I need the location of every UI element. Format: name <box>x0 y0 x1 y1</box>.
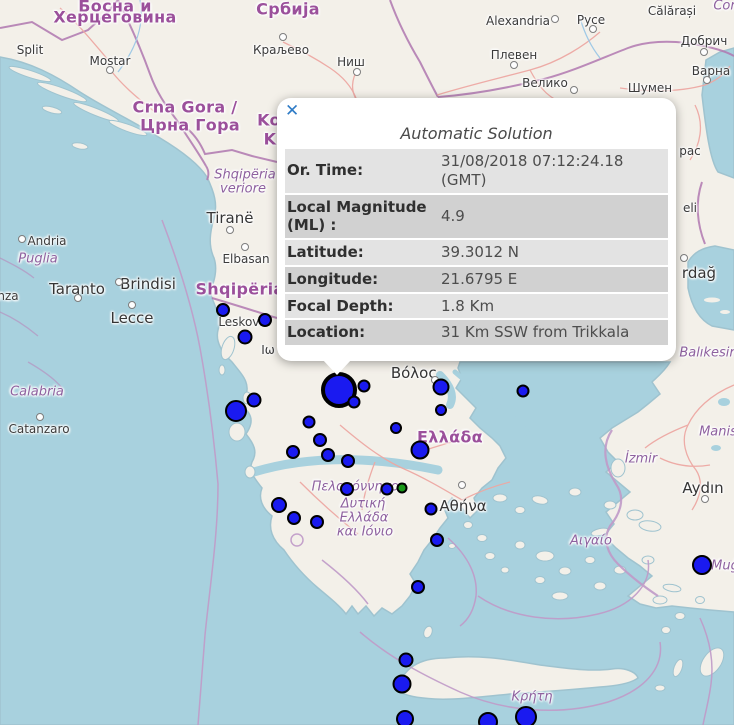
row-value: 31 Km SSW from Trikkala <box>439 320 668 345</box>
table-row: Focal Depth: 1.8 Km <box>285 294 668 319</box>
earthquake-marker[interactable] <box>399 653 414 668</box>
earthquake-marker[interactable] <box>225 400 247 422</box>
earthquake-marker[interactable] <box>340 482 354 496</box>
earthquake-marker[interactable] <box>433 379 450 396</box>
earthquake-marker[interactable] <box>390 422 402 434</box>
earthquake-marker[interactable] <box>396 710 414 725</box>
table-row: Or. Time: 31/08/2018 07:12:24.18 (GMT) <box>285 149 668 193</box>
popup-pointer <box>322 359 352 375</box>
row-label: Local Magnitude (ML) : <box>285 195 439 239</box>
earthquake-marker[interactable] <box>692 555 712 575</box>
earthquake-marker[interactable] <box>381 483 394 496</box>
earthquake-marker[interactable] <box>258 313 272 327</box>
earthquake-marker[interactable] <box>411 441 430 460</box>
earthquake-marker[interactable] <box>515 706 537 725</box>
earthquake-marker[interactable] <box>287 511 301 525</box>
earthquake-marker[interactable] <box>430 533 444 547</box>
earthquake-marker[interactable] <box>321 448 335 462</box>
row-label: Longitude: <box>285 267 439 292</box>
earthquake-marker[interactable] <box>435 404 447 416</box>
earthquake-marker[interactable] <box>247 393 262 408</box>
earthquake-marker[interactable] <box>397 483 408 494</box>
row-value: 1.8 Km <box>439 294 668 319</box>
row-label: Location: <box>285 320 439 345</box>
earthquake-marker[interactable] <box>411 580 425 594</box>
earthquake-marker[interactable] <box>286 445 300 459</box>
close-icon[interactable]: ✕ <box>285 103 299 120</box>
earthquake-marker[interactable] <box>393 675 412 694</box>
table-row: Location: 31 Km SSW from Trikkala <box>285 320 668 345</box>
table-row: Longitude: 21.6795 E <box>285 267 668 292</box>
earthquake-marker[interactable] <box>271 497 287 513</box>
earthquake-marker[interactable] <box>358 380 371 393</box>
row-value: 39.3012 N <box>439 240 668 265</box>
earthquake-marker[interactable] <box>517 385 530 398</box>
earthquake-marker[interactable] <box>425 503 438 516</box>
row-value: 21.6795 E <box>439 267 668 292</box>
earthquake-marker[interactable] <box>303 416 316 429</box>
map-application: Босна иХерцеговинаСрбијаSplitMostarКраље… <box>0 0 734 725</box>
earthquake-marker[interactable] <box>313 433 327 447</box>
row-label: Or. Time: <box>285 149 439 193</box>
earthquake-details-table: Or. Time: 31/08/2018 07:12:24.18 (GMT) L… <box>285 147 668 347</box>
earthquake-marker[interactable] <box>238 330 253 345</box>
row-label: Latitude: <box>285 240 439 265</box>
row-label: Focal Depth: <box>285 294 439 319</box>
earthquake-marker[interactable] <box>310 515 324 529</box>
earthquake-marker[interactable] <box>216 303 230 317</box>
table-row: Local Magnitude (ML) : 4.9 <box>285 195 668 239</box>
row-value: 4.9 <box>439 195 668 239</box>
popup-title: Automatic Solution <box>277 124 676 143</box>
earthquake-marker[interactable] <box>348 396 361 409</box>
row-value: 31/08/2018 07:12:24.18 (GMT) <box>439 149 668 193</box>
earthquake-info-popup: ✕ Automatic Solution Or. Time: 31/08/201… <box>277 98 676 361</box>
earthquake-marker[interactable] <box>478 712 498 725</box>
earthquake-marker[interactable] <box>341 454 355 468</box>
table-row: Latitude: 39.3012 N <box>285 240 668 265</box>
